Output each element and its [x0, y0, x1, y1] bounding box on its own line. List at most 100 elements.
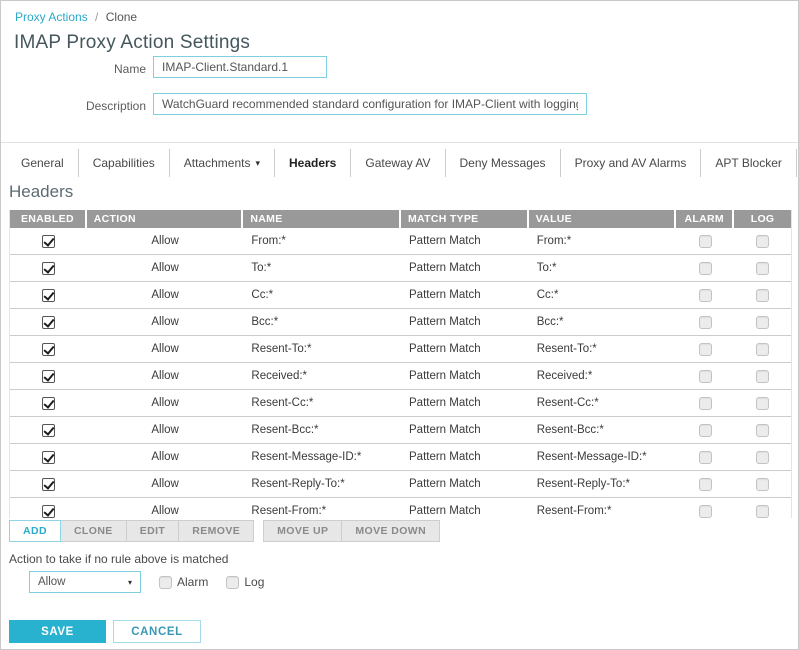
- cell-name: To:*: [243, 262, 401, 274]
- enabled-checkbox[interactable]: [42, 316, 55, 329]
- log-checkbox[interactable]: [756, 289, 769, 302]
- cell-match-type: Pattern Match: [401, 451, 529, 463]
- default-alarm-checkbox[interactable]: [159, 576, 172, 589]
- alarm-checkbox[interactable]: [699, 505, 712, 518]
- log-checkbox[interactable]: [756, 451, 769, 464]
- table-row[interactable]: Allow Bcc:* Pattern Match Bcc:*: [10, 309, 791, 336]
- cell-alarm: [676, 316, 734, 329]
- table-row[interactable]: Allow From:* Pattern Match From:*: [10, 228, 791, 255]
- cell-name: Cc:*: [243, 289, 401, 301]
- cell-action: Allow: [87, 505, 244, 517]
- enabled-checkbox[interactable]: [42, 451, 55, 464]
- cell-alarm: [676, 451, 734, 464]
- alarm-checkbox[interactable]: [699, 262, 712, 275]
- cell-name: Resent-Bcc:*: [243, 424, 401, 436]
- alarm-checkbox[interactable]: [699, 289, 712, 302]
- cancel-button[interactable]: CANCEL: [113, 620, 201, 643]
- table-row[interactable]: Allow Cc:* Pattern Match Cc:*: [10, 282, 791, 309]
- default-action-label: Action to take if no rule above is match…: [9, 552, 228, 566]
- log-checkbox[interactable]: [756, 262, 769, 275]
- clone-button[interactable]: CLONE: [60, 520, 127, 542]
- enabled-checkbox[interactable]: [42, 289, 55, 302]
- tab-capabilities[interactable]: Capabilities ▾: [79, 149, 170, 177]
- tab-gateway-av[interactable]: Gateway AV ▾: [351, 149, 445, 177]
- log-checkbox[interactable]: [756, 424, 769, 437]
- log-checkbox[interactable]: [756, 235, 769, 248]
- table-row[interactable]: Allow Resent-Message-ID:* Pattern Match …: [10, 444, 791, 471]
- cell-alarm: [676, 397, 734, 410]
- default-action-dropdown[interactable]: Allow ▾: [29, 571, 141, 593]
- tab-general[interactable]: General ▾: [7, 149, 79, 177]
- alarm-checkbox[interactable]: [699, 235, 712, 248]
- log-checkbox[interactable]: [756, 505, 769, 518]
- alarm-checkbox[interactable]: [699, 451, 712, 464]
- tab-deny-messages[interactable]: Deny Messages ▾: [446, 149, 561, 177]
- alarm-checkbox[interactable]: [699, 343, 712, 356]
- log-checkbox[interactable]: [756, 478, 769, 491]
- log-checkbox[interactable]: [756, 343, 769, 356]
- move-up-button[interactable]: MOVE UP: [263, 520, 342, 542]
- cell-name: Resent-Message-ID:*: [243, 451, 401, 463]
- cell-value: Cc:*: [529, 289, 677, 301]
- enabled-checkbox[interactable]: [42, 343, 55, 356]
- table-row[interactable]: Allow Resent-Reply-To:* Pattern Match Re…: [10, 471, 791, 498]
- cell-match-type: Pattern Match: [401, 397, 529, 409]
- remove-button[interactable]: REMOVE: [178, 520, 254, 542]
- table-row[interactable]: Allow Received:* Pattern Match Received:…: [10, 363, 791, 390]
- enabled-checkbox[interactable]: [42, 370, 55, 383]
- dropdown-caret-icon: ▾: [128, 578, 132, 587]
- name-field[interactable]: [153, 56, 327, 78]
- tab-headers[interactable]: Headers ▾: [275, 149, 351, 177]
- alarm-checkbox[interactable]: [699, 397, 712, 410]
- cell-name: Resent-Reply-To:*: [243, 478, 401, 490]
- table-row[interactable]: Allow Resent-From:* Pattern Match Resent…: [10, 498, 791, 518]
- log-checkbox[interactable]: [756, 316, 769, 329]
- move-down-button[interactable]: MOVE DOWN: [341, 520, 440, 542]
- log-checkbox[interactable]: [756, 370, 769, 383]
- tab-label: Proxy and AV Alarms: [575, 156, 687, 170]
- add-button[interactable]: ADD: [9, 520, 61, 542]
- cell-enabled: [10, 451, 87, 464]
- cell-action: Allow: [87, 370, 244, 382]
- enabled-checkbox[interactable]: [42, 262, 55, 275]
- table-row[interactable]: Allow Resent-Bcc:* Pattern Match Resent-…: [10, 417, 791, 444]
- alarm-checkbox[interactable]: [699, 478, 712, 491]
- tab-proxy-and-av-alarms[interactable]: Proxy and AV Alarms ▾: [561, 149, 702, 177]
- cell-enabled: [10, 289, 87, 302]
- save-button[interactable]: SAVE: [9, 620, 106, 643]
- cell-match-type: Pattern Match: [401, 424, 529, 436]
- cell-log: [734, 289, 791, 302]
- enabled-checkbox[interactable]: [42, 397, 55, 410]
- enabled-checkbox[interactable]: [42, 424, 55, 437]
- enabled-checkbox[interactable]: [42, 505, 55, 518]
- cell-value: Received:*: [529, 370, 677, 382]
- enabled-checkbox[interactable]: [42, 235, 55, 248]
- tab-label: Capabilities: [93, 156, 155, 170]
- alarm-checkbox[interactable]: [699, 424, 712, 437]
- cell-enabled: [10, 505, 87, 518]
- cell-name: Resent-From:*: [243, 505, 401, 517]
- table-row[interactable]: Allow To:* Pattern Match To:*: [10, 255, 791, 282]
- default-log-checkbox[interactable]: [226, 576, 239, 589]
- description-field[interactable]: [153, 93, 587, 115]
- tab-apt-blocker[interactable]: APT Blocker ▾: [701, 149, 796, 177]
- cell-action: Allow: [87, 289, 244, 301]
- breadcrumb: Proxy Actions / Clone: [15, 10, 137, 24]
- enabled-checkbox[interactable]: [42, 478, 55, 491]
- alarm-checkbox[interactable]: [699, 370, 712, 383]
- edit-button[interactable]: EDIT: [126, 520, 180, 542]
- cell-log: [734, 316, 791, 329]
- chevron-down-icon: ▾: [255, 158, 260, 169]
- tab-attachments[interactable]: Attachments ▾: [170, 149, 275, 177]
- table-row[interactable]: Allow Resent-To:* Pattern Match Resent-T…: [10, 336, 791, 363]
- breadcrumb-separator: /: [95, 10, 98, 24]
- alarm-checkbox[interactable]: [699, 316, 712, 329]
- breadcrumb-link-proxy-actions[interactable]: Proxy Actions: [15, 10, 88, 24]
- log-checkbox[interactable]: [756, 397, 769, 410]
- table-row[interactable]: Allow Resent-Cc:* Pattern Match Resent-C…: [10, 390, 791, 417]
- column-header-match-type: MATCH TYPE: [401, 210, 529, 228]
- breadcrumb-current: Clone: [106, 10, 137, 24]
- cell-log: [734, 424, 791, 437]
- column-header-value: VALUE: [529, 210, 677, 228]
- default-alarm-label: Alarm: [177, 575, 208, 589]
